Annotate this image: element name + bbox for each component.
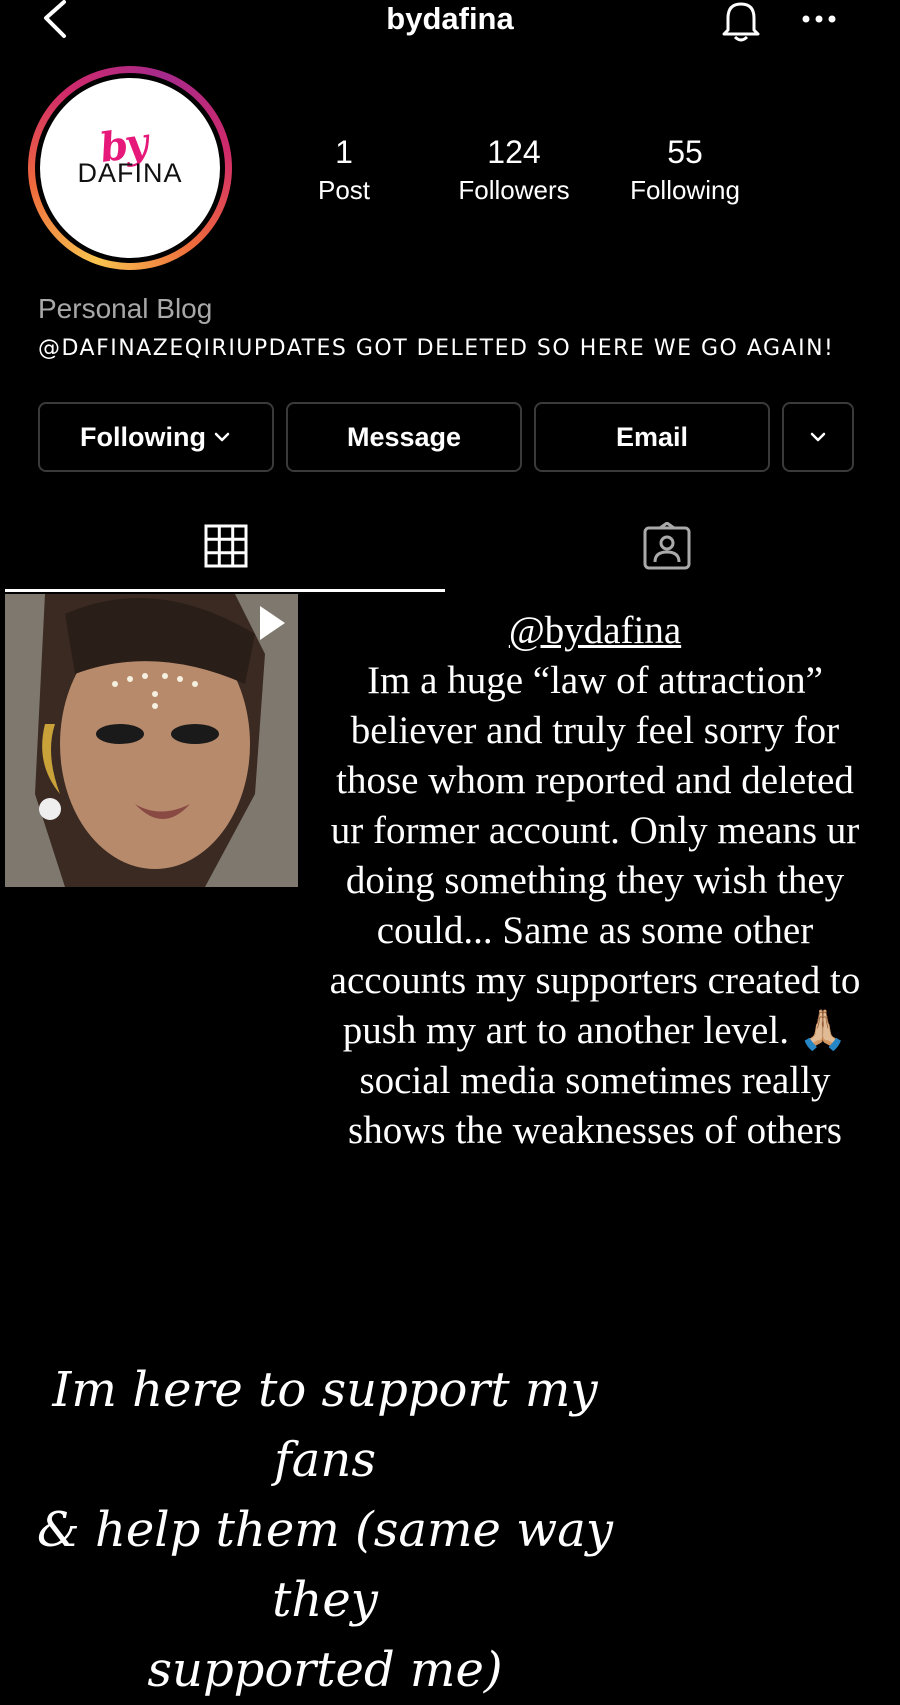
message-button[interactable]: Message	[286, 402, 522, 472]
bell-icon[interactable]	[718, 0, 764, 42]
script-line-2: & help them (same way they	[37, 1502, 613, 1628]
stat-followers-label: Followers	[458, 175, 570, 205]
following-button-label: Following	[80, 421, 206, 452]
email-button-label: Email	[615, 421, 689, 452]
profile-category: Personal Blog	[38, 293, 213, 324]
chevron-down-icon	[214, 432, 230, 442]
script-line-1: Im here to support my fans	[52, 1362, 598, 1488]
email-button[interactable]: Email	[534, 402, 770, 472]
script-line-3: supported me)	[147, 1642, 503, 1698]
story-mention-link[interactable]: @bydafina	[320, 606, 870, 656]
stat-followers-count: 124	[487, 134, 541, 170]
story-text-block: @bydafina Im a huge “law of attraction” …	[320, 606, 870, 1156]
post-thumbnail[interactable]	[5, 594, 298, 887]
stat-following[interactable]: 55 Following	[605, 134, 765, 206]
suggested-accounts-button[interactable]	[782, 402, 854, 472]
logo-dafina-text: DAFINA	[77, 158, 183, 188]
stat-posts-label: Post	[317, 175, 371, 205]
profile-avatar[interactable]: by DAFINA	[28, 66, 232, 270]
following-button[interactable]: Following	[38, 402, 274, 472]
profile-bio: @DAFINAZEQIRIUPDATES GOT DELETED SO HERE…	[38, 336, 835, 361]
stat-followers[interactable]: 124 Followers	[434, 134, 594, 206]
profile-username-title: bydafina	[386, 1, 514, 36]
message-button-label: Message	[346, 421, 462, 452]
stat-posts[interactable]: 1 Post	[264, 134, 424, 206]
avatar-logo: by DAFINA	[40, 78, 220, 258]
stat-following-count: 55	[667, 134, 703, 170]
post-photo	[5, 594, 298, 887]
stat-following-label: Following	[630, 175, 740, 205]
stat-posts-count: 1	[335, 134, 353, 170]
grid-tab-indicator	[5, 589, 445, 592]
story-script-text: Im here to support my fans & help them (…	[0, 1355, 650, 1705]
more-options-icon[interactable]	[800, 12, 840, 26]
chevron-down-icon	[810, 432, 826, 442]
story-body-text: Im a huge “law of attraction” believer a…	[329, 659, 861, 1152]
grid-icon[interactable]	[204, 524, 248, 568]
tagged-person-icon[interactable]	[642, 522, 692, 570]
